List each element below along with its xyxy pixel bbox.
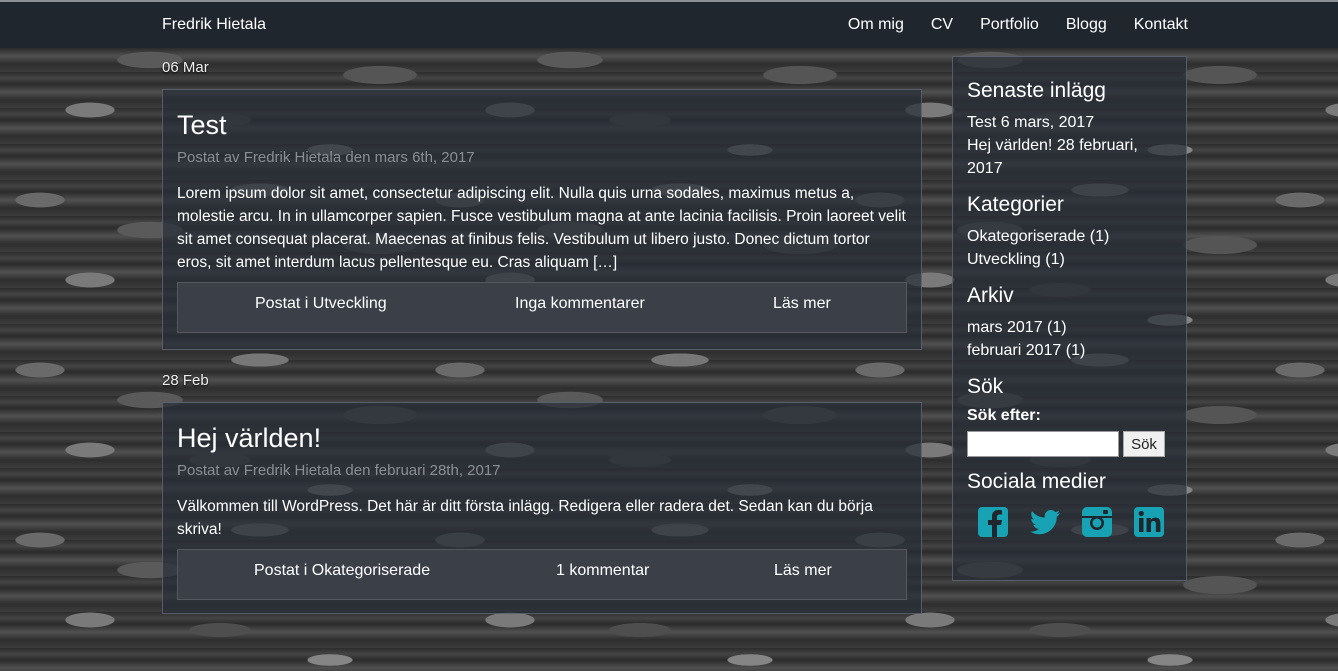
facebook-icon[interactable] bbox=[977, 506, 1009, 538]
categories-widget: Kategorier Okategoriserade (1) Utvecklin… bbox=[967, 193, 1172, 271]
sidebar: Senaste inlägg Test 6 mars, 2017 Hej vär… bbox=[952, 56, 1187, 581]
widget-title: Sociala medier bbox=[967, 470, 1106, 493]
widget-title: Kategorier bbox=[967, 193, 1064, 216]
nav-om-mig[interactable]: Om mig bbox=[848, 16, 904, 34]
twitter-icon[interactable] bbox=[1029, 506, 1061, 538]
post-category-link[interactable]: Postat i Okategoriserade bbox=[254, 562, 430, 580]
post-footer: Postat i Okategoriserade 1 kommentar Läs… bbox=[177, 549, 907, 600]
search-input[interactable] bbox=[967, 431, 1119, 457]
search-widget: Sök Sök efter: Sök bbox=[967, 375, 1172, 457]
widget-title: Arkiv bbox=[967, 284, 1014, 307]
archive-link[interactable]: februari 2017 (1) bbox=[967, 339, 1172, 362]
post-card: Test Postat av Fredrik Hietala den mars … bbox=[162, 89, 922, 350]
read-more-link[interactable]: Läs mer bbox=[773, 295, 831, 313]
post-comments-link[interactable]: Inga kommentarer bbox=[515, 295, 645, 313]
search-label: Sök efter: bbox=[967, 407, 1041, 424]
post-footer: Postat i Utveckling Inga kommentarer Läs… bbox=[177, 282, 907, 333]
read-more-link[interactable]: Läs mer bbox=[774, 562, 832, 580]
social-media-widget: Sociala medier bbox=[967, 470, 1172, 538]
nav-cv[interactable]: CV bbox=[931, 16, 953, 34]
recent-posts-widget: Senaste inlägg Test 6 mars, 2017 Hej vär… bbox=[967, 79, 1172, 180]
nav-kontakt[interactable]: Kontakt bbox=[1134, 16, 1188, 34]
post-meta: Postat av Fredrik Hietala den februari 2… bbox=[177, 462, 501, 479]
post-category-link[interactable]: Postat i Utveckling bbox=[255, 295, 387, 313]
archive-widget: Arkiv mars 2017 (1) februari 2017 (1) bbox=[967, 284, 1172, 362]
post-comments-link[interactable]: 1 kommentar bbox=[556, 562, 649, 580]
archive-link[interactable]: mars 2017 (1) bbox=[967, 316, 1172, 339]
post-excerpt: Lorem ipsum dolor sit amet, consectetur … bbox=[177, 185, 906, 271]
search-button[interactable]: Sök bbox=[1123, 431, 1165, 457]
category-link[interactable]: Utveckling (1) bbox=[967, 248, 1172, 271]
post-meta: Postat av Fredrik Hietala den mars 6th, … bbox=[177, 149, 475, 166]
recent-post-link[interactable]: Test 6 mars, 2017 bbox=[967, 111, 1172, 134]
widget-title: Senaste inlägg bbox=[967, 79, 1106, 102]
post-title[interactable]: Test bbox=[177, 110, 907, 141]
post-title[interactable]: Hej världen! bbox=[177, 423, 907, 454]
top-navigation-bar: Fredrik Hietala Om mig CV Portfolio Blog… bbox=[0, 0, 1338, 48]
linkedin-icon[interactable] bbox=[1133, 506, 1165, 538]
search-form: Sök bbox=[967, 431, 1172, 457]
nav-portfolio[interactable]: Portfolio bbox=[980, 16, 1039, 34]
social-icons bbox=[967, 506, 1172, 538]
site-title[interactable]: Fredrik Hietala bbox=[162, 16, 266, 34]
post-card: Hej världen! Postat av Fredrik Hietala d… bbox=[162, 402, 922, 614]
post-date: 28 Feb bbox=[162, 372, 209, 389]
recent-post-link[interactable]: Hej världen! 28 februari, 2017 bbox=[967, 134, 1172, 180]
category-link[interactable]: Okategoriserade (1) bbox=[967, 225, 1172, 248]
nav-blogg[interactable]: Blogg bbox=[1066, 16, 1107, 34]
instagram-icon[interactable] bbox=[1081, 506, 1113, 538]
post-excerpt: Välkommen till WordPress. Det här är dit… bbox=[177, 498, 873, 538]
widget-title: Sök bbox=[967, 375, 1004, 398]
post-date: 06 Mar bbox=[162, 59, 209, 76]
main-menu: Om mig CV Portfolio Blogg Kontakt bbox=[848, 16, 1188, 34]
